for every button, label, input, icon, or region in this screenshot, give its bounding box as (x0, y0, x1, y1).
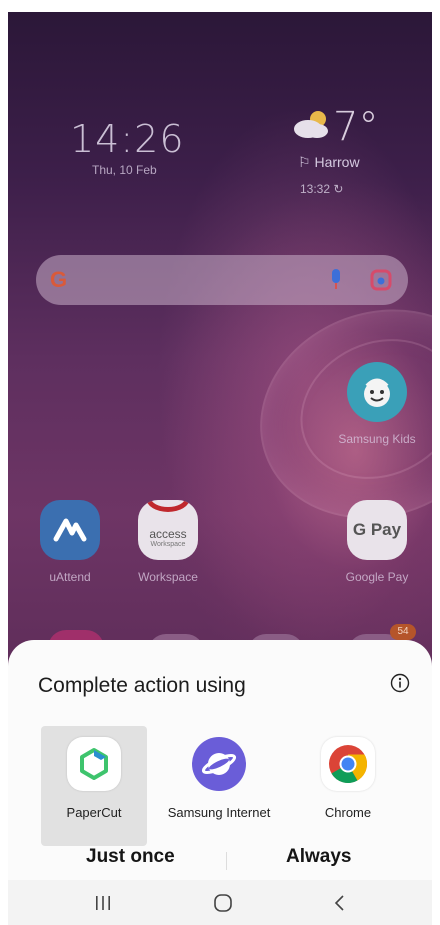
workspace-icon-subtext: Workspace (150, 540, 186, 548)
google-search-bar[interactable]: G (36, 255, 408, 305)
always-button[interactable]: Always (286, 846, 351, 868)
google-pay-icon: G Pay (347, 500, 407, 560)
weather-temperature[interactable]: 7° (333, 104, 378, 150)
app-label-samsung-kids: Samsung Kids (338, 432, 416, 446)
weather-updated: 13:32 ↻ (300, 182, 343, 196)
app-samsung-kids[interactable]: Samsung Kids (335, 362, 419, 446)
app-label-uattend: uAttend (49, 570, 91, 584)
app-google-pay[interactable]: G Pay Google Pay (335, 500, 419, 584)
just-once-button[interactable]: Just once (86, 846, 175, 868)
weather-location[interactable]: ⚐ Harrow (298, 154, 360, 171)
sheet-title: Complete action using (38, 674, 246, 697)
uattend-icon (40, 500, 100, 560)
google-lens-icon[interactable] (370, 269, 392, 291)
mic-icon[interactable] (328, 268, 344, 292)
back-button[interactable] (320, 888, 360, 918)
recent-apps-icon (96, 896, 110, 910)
app-label-workspace: Workspace (138, 570, 198, 584)
option-papercut[interactable]: PaperCut (41, 726, 147, 846)
option-label-samsung-internet: Samsung Internet (167, 805, 271, 820)
recent-apps-button[interactable] (83, 888, 123, 918)
partly-cloudy-icon[interactable] (290, 108, 334, 140)
google-logo-icon: G (50, 267, 68, 292)
option-label-papercut: PaperCut (66, 805, 122, 820)
clock-time[interactable]: 14:26 (70, 117, 185, 161)
refresh-icon[interactable]: ↻ (333, 182, 343, 196)
chrome-icon (321, 737, 375, 791)
google-pay-icon-text: G Pay (352, 520, 402, 539)
info-icon[interactable] (390, 673, 410, 693)
clock-date: Thu, 10 Feb (92, 163, 157, 177)
option-chrome[interactable]: Chrome (295, 726, 401, 846)
samsung-internet-icon (192, 737, 246, 791)
weather-updated-time: 13:32 (300, 182, 331, 196)
access-workspace-icon: access Workspace (138, 500, 198, 560)
option-samsung-internet[interactable]: Samsung Internet (166, 726, 272, 846)
home-icon (214, 894, 232, 912)
app-uattend[interactable]: uAttend (28, 500, 112, 584)
papercut-icon (67, 737, 121, 791)
home-screen: 14:26 Thu, 10 Feb 7° ⚐ Harrow 13:32 ↻ G (8, 12, 432, 925)
workspace-icon-text: access (149, 526, 187, 541)
app-label-google-pay: Google Pay (345, 570, 409, 584)
location-pin-icon: ⚐ (298, 154, 311, 170)
weather-location-label: Harrow (314, 154, 360, 170)
complete-action-sheet: Complete action using PaperCut Samsung I… (8, 640, 432, 880)
home-button[interactable] (203, 888, 243, 918)
navigation-bar (8, 880, 432, 925)
samsung-kids-icon (347, 362, 407, 422)
button-divider (226, 852, 227, 870)
back-icon (334, 895, 344, 911)
notification-badge: 54 (390, 624, 416, 640)
option-label-chrome: Chrome (324, 805, 372, 820)
app-workspace[interactable]: access Workspace Workspace (126, 500, 210, 584)
